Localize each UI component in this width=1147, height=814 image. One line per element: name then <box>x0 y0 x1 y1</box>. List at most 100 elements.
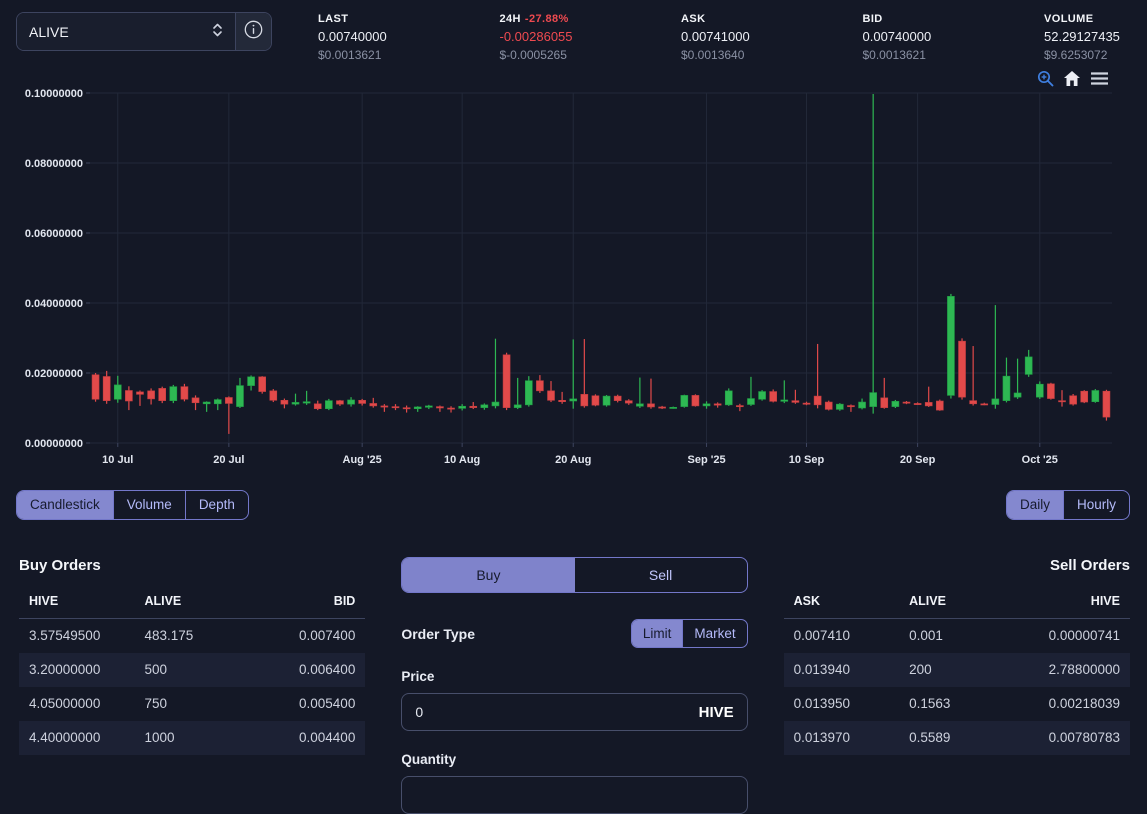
interval-button-hourly[interactable]: Hourly <box>1063 491 1129 519</box>
chart-area: 0.000000000.020000000.040000000.06000000… <box>0 66 1147 486</box>
candle-body <box>203 402 210 404</box>
buy-sell-tabs: BuySell <box>401 557 747 593</box>
order-type-toggle: LimitMarket <box>631 619 748 648</box>
stat-usd-value: $0.0013621 <box>863 48 949 62</box>
candle-body <box>548 391 555 400</box>
candle-body <box>1092 391 1099 402</box>
price-input[interactable]: 0 HIVE <box>401 693 747 731</box>
candle-body <box>581 394 588 406</box>
stat-change-badge: -27.88% <box>525 13 569 25</box>
select-chevrons-icon <box>212 21 223 42</box>
candle-body <box>736 406 743 407</box>
candle-body <box>225 398 232 404</box>
candle-body <box>914 403 921 404</box>
candle-body <box>314 404 321 409</box>
candle-body <box>536 381 543 391</box>
price-chart[interactable]: 0.000000000.020000000.040000000.06000000… <box>0 66 1147 486</box>
stat-label: 24H-27.88% <box>500 13 586 25</box>
candle-body <box>448 408 455 409</box>
candle-body <box>214 400 221 404</box>
candle-body <box>1003 376 1010 401</box>
header-bar: ALIVE LAST0.00740000$0.001362124H-27.88%… <box>0 0 1147 66</box>
candle-body <box>959 341 966 397</box>
zoom-icon[interactable] <box>1037 70 1054 87</box>
candle-body <box>1014 393 1021 397</box>
candle-body <box>603 396 610 405</box>
chart-controls: CandlestickVolumeDepth DailyHourly <box>0 486 1147 520</box>
candle-body <box>670 407 677 408</box>
candle-body <box>936 401 943 410</box>
table-cell: 0.007410 <box>784 619 899 653</box>
x-axis-tick-label: 10 Jul <box>102 454 133 466</box>
chart-candles <box>92 94 1110 434</box>
candle-body <box>514 405 521 408</box>
chart-type-button-candlestick[interactable]: Candlestick <box>17 491 113 519</box>
tab-sell[interactable]: Sell <box>575 558 747 592</box>
candle-body <box>148 391 155 399</box>
candle-body <box>159 388 166 400</box>
interval-button-daily[interactable]: Daily <box>1007 491 1063 519</box>
table-row: 0.0139500.15630.00218039 <box>784 687 1130 721</box>
table-cell: 483.175 <box>134 619 249 653</box>
chart-type-button-depth[interactable]: Depth <box>185 491 248 519</box>
candle-body <box>681 395 688 406</box>
sell-orders-table: ASKALIVEHIVE0.0074100.0010.000007410.013… <box>784 590 1130 755</box>
table-row: 0.0139402002.78800000 <box>784 653 1130 687</box>
chart-type-group: CandlestickVolumeDepth <box>16 490 249 520</box>
candle-body <box>125 391 132 402</box>
candle-body <box>392 407 399 408</box>
candle-body <box>903 402 910 403</box>
candle-body <box>303 402 310 403</box>
candle-body <box>414 407 421 409</box>
order-type-button-limit[interactable]: Limit <box>632 620 683 647</box>
table-cell: 0.005400 <box>250 687 365 721</box>
candle-body <box>836 404 843 409</box>
y-axis-tick-label: 0.02000000 <box>25 368 83 380</box>
table-row: 4.4000000010000.004400 <box>19 721 365 755</box>
x-axis-tick-label: 20 Aug <box>555 454 591 466</box>
candle-body <box>859 402 866 408</box>
candle-body <box>570 399 577 401</box>
candle-body <box>1070 396 1077 404</box>
candle-body <box>136 392 143 394</box>
table-cell: 0.006400 <box>250 653 365 687</box>
table-cell: 200 <box>899 653 1014 687</box>
candle-body <box>359 400 366 403</box>
candle-body <box>292 402 299 404</box>
candle-body <box>625 401 632 403</box>
candle-body <box>870 393 877 407</box>
y-axis-tick-label: 0.10000000 <box>25 88 83 100</box>
trading-section: Buy Orders HIVEALIVEBID3.57549500483.175… <box>0 520 1147 814</box>
candle-body <box>503 355 510 408</box>
home-reset-icon[interactable] <box>1063 70 1081 87</box>
candle-body <box>92 375 99 400</box>
stat-bid: BID 0.00740000 $0.0013621 <box>863 13 949 62</box>
candle-body <box>270 391 277 400</box>
y-axis-tick-label: 0.08000000 <box>25 158 83 170</box>
stat-value: 0.00740000 <box>863 29 949 44</box>
candle-body <box>492 402 499 406</box>
table-cell: 0.001 <box>899 619 1014 653</box>
candle-body <box>647 404 654 407</box>
candle-body <box>336 401 343 405</box>
candle-body <box>947 296 954 395</box>
quantity-input[interactable] <box>401 776 747 814</box>
stat-label: BID <box>863 13 949 25</box>
candle-body <box>281 400 288 404</box>
token-select[interactable]: ALIVE <box>17 13 235 50</box>
token-info-button[interactable] <box>235 13 271 50</box>
candle-body <box>925 402 932 406</box>
quantity-label: Quantity <box>401 752 747 767</box>
stat-value: 0.00740000 <box>318 29 404 44</box>
tab-buy[interactable]: Buy <box>402 558 574 592</box>
column-header: HIVE <box>1015 590 1130 619</box>
candle-body <box>892 401 899 406</box>
order-type-button-market[interactable]: Market <box>682 620 746 647</box>
candle-body <box>714 404 721 405</box>
table-cell: 3.57549500 <box>19 619 134 653</box>
stat-usd-value: $9.6253072 <box>1044 48 1130 62</box>
menu-icon[interactable] <box>1090 71 1109 86</box>
candle-body <box>592 396 599 405</box>
y-axis-tick-label: 0.06000000 <box>25 228 83 240</box>
chart-type-button-volume[interactable]: Volume <box>113 491 185 519</box>
